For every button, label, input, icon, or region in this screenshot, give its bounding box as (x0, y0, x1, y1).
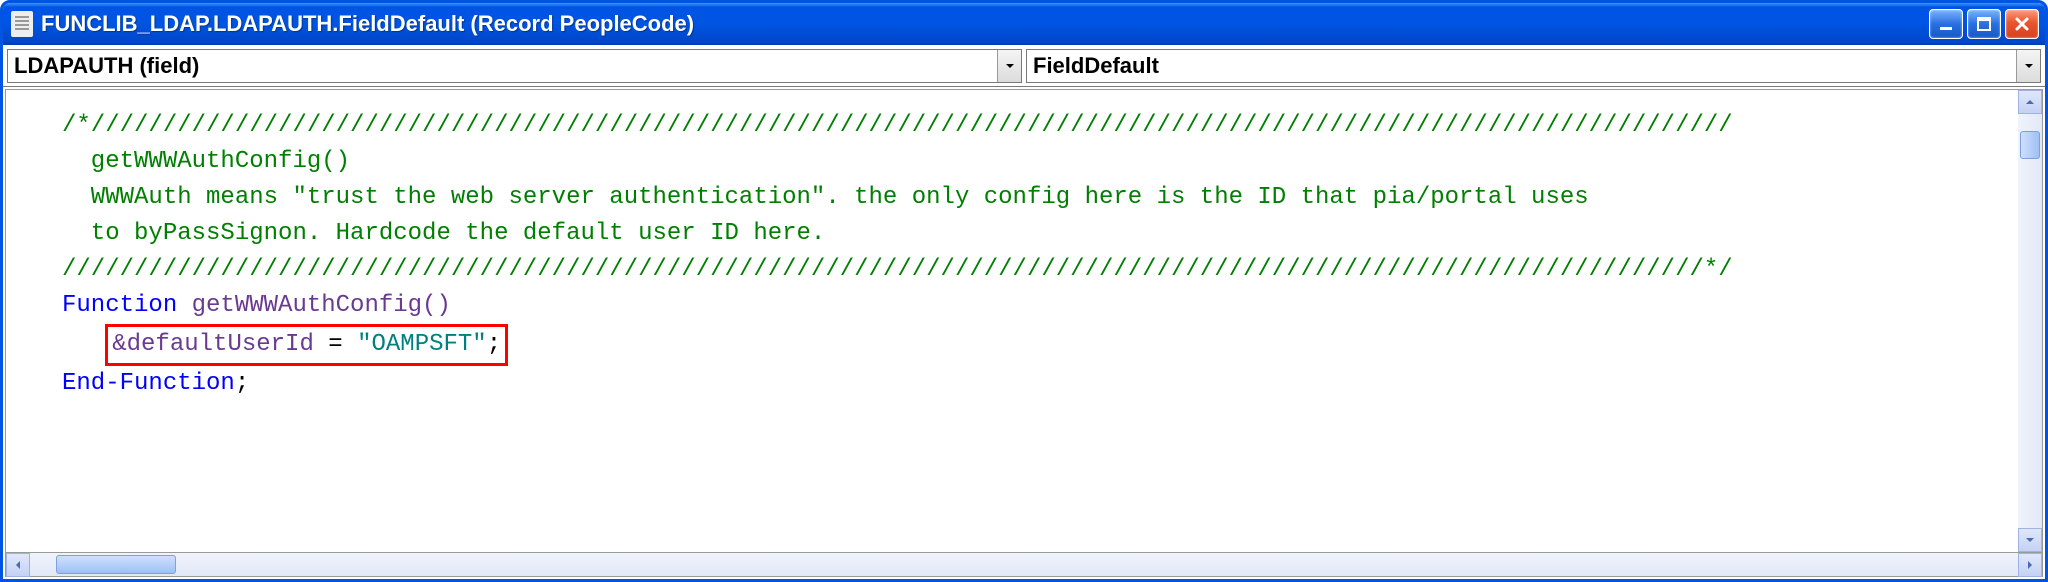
editor-content: /*//////////////////////////////////////… (5, 89, 2043, 553)
field-dropdown[interactable]: LDAPAUTH (field) (7, 49, 1022, 83)
code-identifier: getWWWAuthConfig() (177, 292, 451, 319)
close-button[interactable] (2005, 9, 2039, 39)
chevron-right-icon (2024, 559, 2036, 571)
highlighted-line: &defaultUserId = "OAMPSFT"; (105, 324, 508, 366)
code-semicolon: ; (487, 331, 501, 358)
scroll-up-button[interactable] (2018, 90, 2042, 114)
h-scroll-track[interactable] (30, 553, 2018, 576)
field-dropdown-value: LDAPAUTH (field) (14, 53, 997, 79)
window-title: FUNCLIB_LDAP.LDAPAUTH.FieldDefault (Reco… (41, 11, 1929, 37)
code-comment: /*//////////////////////////////////////… (62, 112, 1733, 139)
code-variable: &defaultUserId (112, 331, 314, 358)
code-semicolon: ; (235, 370, 249, 397)
minimize-icon (1937, 15, 1955, 33)
v-scroll-track[interactable] (2018, 114, 2042, 528)
field-dropdown-arrow[interactable] (997, 50, 1021, 82)
close-icon (2013, 15, 2031, 33)
scroll-right-button[interactable] (2018, 553, 2042, 577)
scroll-down-button[interactable] (2018, 528, 2042, 552)
h-scroll-thumb[interactable] (56, 555, 176, 574)
vertical-scrollbar[interactable] (2018, 90, 2042, 552)
code-comment: to byPassSignon. Hardcode the default us… (62, 220, 825, 247)
code-comment: ////////////////////////////////////////… (62, 256, 1733, 283)
event-dropdown-arrow[interactable] (2016, 50, 2040, 82)
chevron-down-icon (2023, 60, 2035, 72)
document-icon (11, 11, 33, 37)
event-dropdown[interactable]: FieldDefault (1026, 49, 2041, 83)
chevron-up-icon (2024, 96, 2036, 108)
code-comment: getWWWAuthConfig() (62, 148, 350, 175)
code-comment: WWWAuth means "trust the web server auth… (62, 184, 1589, 211)
maximize-button[interactable] (1967, 9, 2001, 39)
event-dropdown-value: FieldDefault (1033, 53, 2016, 79)
code-operator: = (314, 331, 357, 358)
window-controls (1929, 9, 2039, 39)
horizontal-scrollbar[interactable] (5, 553, 2043, 577)
chevron-down-icon (2024, 534, 2036, 546)
minimize-button[interactable] (1929, 9, 1963, 39)
code-indent (62, 331, 105, 358)
code-text[interactable]: /*//////////////////////////////////////… (6, 90, 2042, 420)
code-editor-window: FUNCLIB_LDAP.LDAPAUTH.FieldDefault (Reco… (0, 0, 2048, 582)
code-string: "OAMPSFT" (357, 331, 487, 358)
dropdown-toolbar: LDAPAUTH (field) FieldDefault (3, 45, 2045, 87)
titlebar[interactable]: FUNCLIB_LDAP.LDAPAUTH.FieldDefault (Reco… (3, 3, 2045, 45)
chevron-down-icon (1004, 60, 1016, 72)
v-scroll-thumb[interactable] (2020, 131, 2040, 159)
scroll-left-button[interactable] (6, 553, 30, 577)
code-keyword: End-Function (62, 370, 235, 397)
maximize-icon (1975, 15, 1993, 33)
code-viewport[interactable]: /*//////////////////////////////////////… (6, 90, 2042, 552)
chevron-left-icon (12, 559, 24, 571)
code-keyword: Function (62, 292, 177, 319)
